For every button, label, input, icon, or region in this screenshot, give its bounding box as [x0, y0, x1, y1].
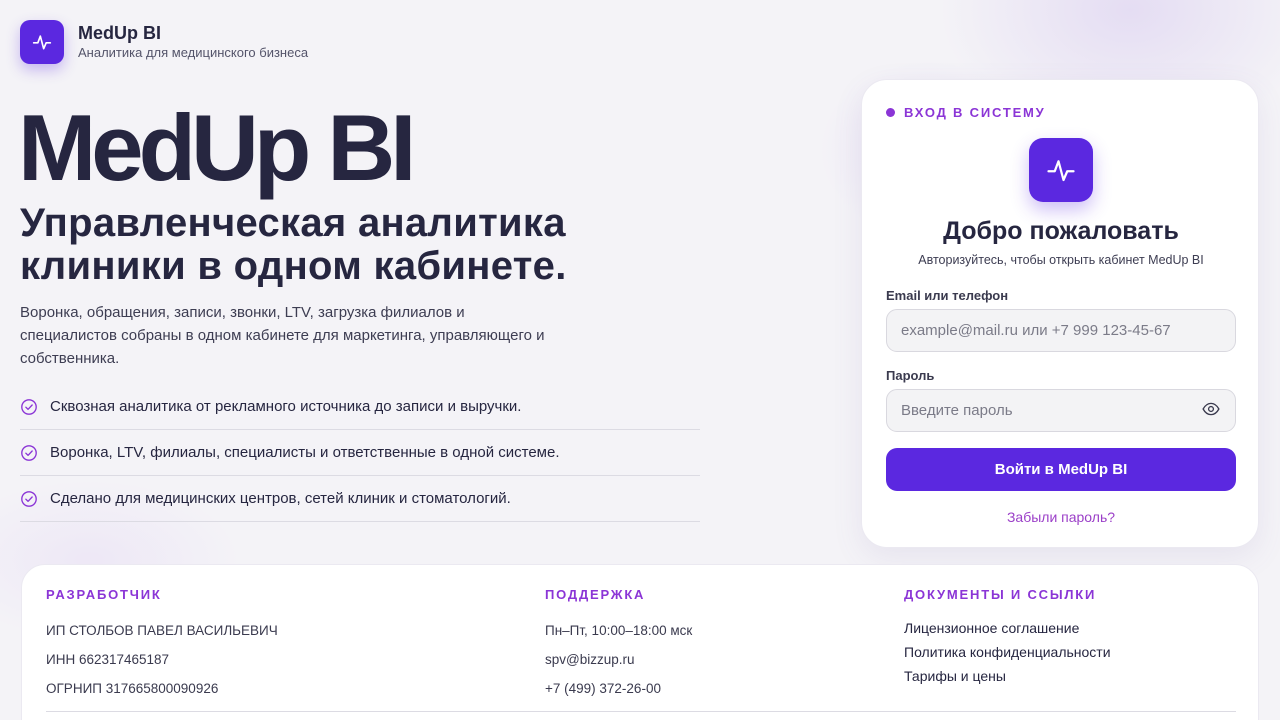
footer-docs: ДОКУМЕНТЫ И ССЫЛКИ Лицензионное соглашен…: [904, 587, 1111, 688]
support-hours: Пн–Пт, 10:00–18:00 мск: [545, 623, 693, 638]
support-email[interactable]: spv@bizzup.ru: [545, 645, 692, 674]
status-dot: [886, 108, 895, 117]
pricing-link[interactable]: Тарифы и цены: [904, 664, 1111, 688]
feature-item: Сквозная аналитика от рекламного источни…: [20, 384, 700, 430]
login-subtitle: Авторизуйтесь, чтобы открыть кабинет Med…: [918, 253, 1204, 267]
password-field[interactable]: [886, 389, 1236, 432]
email-label: Email или телефон: [886, 288, 1009, 303]
feature-text: Сквозная аналитика от рекламного источни…: [50, 398, 522, 415]
check-circle-icon: [21, 398, 37, 415]
login-card: ВХОД В СИСТЕМУ Добро пожаловать Авторизу…: [861, 79, 1259, 548]
brand-text: MedUp BI Аналитика для медицинского бизн…: [78, 23, 308, 62]
brand-tagline: Аналитика для медицинского бизнеса: [78, 44, 309, 60]
footer-heading: ПОДДЕРЖКА: [545, 587, 646, 602]
footer-heading: ДОКУМЕНТЫ И ССЫЛКИ: [904, 587, 1097, 602]
developer-ogrnip: ОГРНИП 317665800090926: [46, 681, 219, 696]
login-eyebrow: ВХОД В СИСТЕМУ: [886, 105, 1046, 120]
eye-icon[interactable]: [1199, 400, 1223, 418]
developer-name: ИП СТОЛБОВ ПАВЕЛ ВАСИЛЬЕВИЧ: [46, 623, 278, 638]
support-phone[interactable]: +7 (499) 372-26-00: [545, 674, 692, 703]
license-agreement-link[interactable]: Лицензионное соглашение: [904, 616, 1111, 640]
email-field[interactable]: [886, 309, 1236, 352]
footer-divider: [46, 711, 1236, 712]
feature-item: Сделано для медицинских центров, сетей к…: [20, 476, 700, 522]
login-button[interactable]: Войти в MedUp BI: [886, 448, 1236, 491]
brand: MedUp BI Аналитика для медицинского бизн…: [20, 20, 308, 64]
feature-list: Сквозная аналитика от рекламного источни…: [20, 384, 700, 522]
check-circle-icon: [21, 490, 37, 507]
feature-text: Сделано для медицинских центров, сетей к…: [50, 490, 511, 507]
footer-developer: РАЗРАБОТЧИК ИП СТОЛБОВ ПАВЕЛ ВАСИЛЬЕВИЧ …: [46, 587, 278, 703]
login-title: Добро пожаловать: [943, 217, 1179, 245]
footer-support: ПОДДЕРЖКА Пн–Пт, 10:00–18:00 мск spv@biz…: [545, 587, 692, 703]
brand-name: MedUp BI: [78, 22, 161, 43]
hero-subtitle: Управленческая аналитика клиники в одном…: [20, 201, 567, 288]
pulse-icon: [1029, 138, 1093, 202]
login-eyebrow-text: ВХОД В СИСТЕМУ: [904, 105, 1046, 120]
footer: РАЗРАБОТЧИК ИП СТОЛБОВ ПАВЕЛ ВАСИЛЬЕВИЧ …: [21, 564, 1259, 720]
password-label: Пароль: [886, 368, 935, 383]
feature-item: Воронка, LTV, филиалы, специалисты и отв…: [20, 430, 700, 476]
check-circle-icon: [21, 444, 37, 461]
forgot-password-link[interactable]: Забыли пароль?: [862, 509, 1260, 525]
footer-heading: РАЗРАБОТЧИК: [46, 587, 162, 602]
developer-inn: ИНН 662317465187: [46, 652, 170, 667]
hero-description: Воронка, обращения, записи, звонки, LTV,…: [20, 304, 545, 367]
privacy-policy-link[interactable]: Политика конфиденциальности: [904, 640, 1111, 664]
pulse-icon: [20, 20, 64, 64]
feature-text: Воронка, LTV, филиалы, специалисты и отв…: [50, 444, 560, 461]
hero-title: MedUp BI: [18, 95, 416, 200]
